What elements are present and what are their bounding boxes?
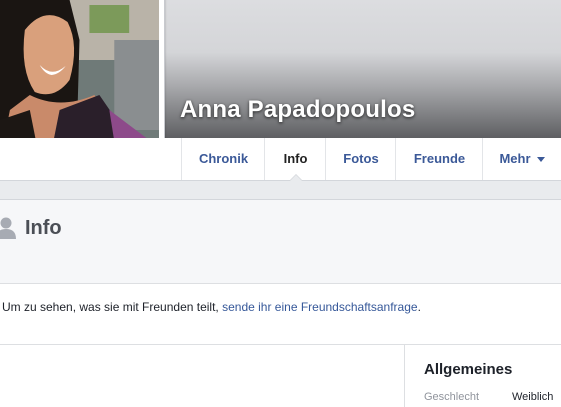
page-background-strip bbox=[0, 181, 561, 200]
gender-value: Weiblich bbox=[512, 391, 554, 403]
tab-label: Chronik bbox=[198, 151, 249, 166]
gender-label: Geschlecht bbox=[424, 391, 480, 403]
profile-name[interactable]: Anna Papadopoulos bbox=[180, 96, 415, 124]
tab-chronik[interactable]: Chronik bbox=[181, 138, 265, 180]
tab-label: Mehr bbox=[499, 151, 531, 166]
tab-fotos[interactable]: Fotos bbox=[325, 138, 396, 180]
tab-label: Freunde bbox=[413, 151, 466, 166]
active-tab-caret-icon bbox=[288, 174, 303, 181]
chevron-down-icon bbox=[536, 157, 545, 163]
section-title: Info bbox=[25, 217, 62, 239]
content-divider bbox=[0, 344, 561, 345]
tab-info[interactable]: Info bbox=[264, 138, 326, 181]
section-header bbox=[0, 200, 561, 284]
person-icon bbox=[0, 217, 16, 239]
tab-mehr[interactable]: Mehr bbox=[482, 138, 561, 180]
profile-tab-bar: Chronik Info Fotos Freunde Mehr bbox=[0, 138, 561, 181]
notice-period: . bbox=[417, 300, 421, 314]
general-info-title: Allgemeines bbox=[424, 361, 513, 378]
tab-label: Info bbox=[283, 151, 308, 166]
tab-label: Fotos bbox=[343, 151, 379, 166]
send-friend-request-link[interactable]: sende ihr eine Freundschaftsanfrage bbox=[222, 300, 417, 314]
column-divider bbox=[404, 345, 405, 407]
notice-text: Um zu sehen, was sie mit Freunden teilt, bbox=[2, 300, 219, 314]
tab-freunde[interactable]: Freunde bbox=[395, 138, 483, 180]
friend-request-notice: Um zu sehen, was sie mit Freunden teilt,… bbox=[2, 300, 421, 314]
profile-photo[interactable] bbox=[0, 0, 159, 160]
